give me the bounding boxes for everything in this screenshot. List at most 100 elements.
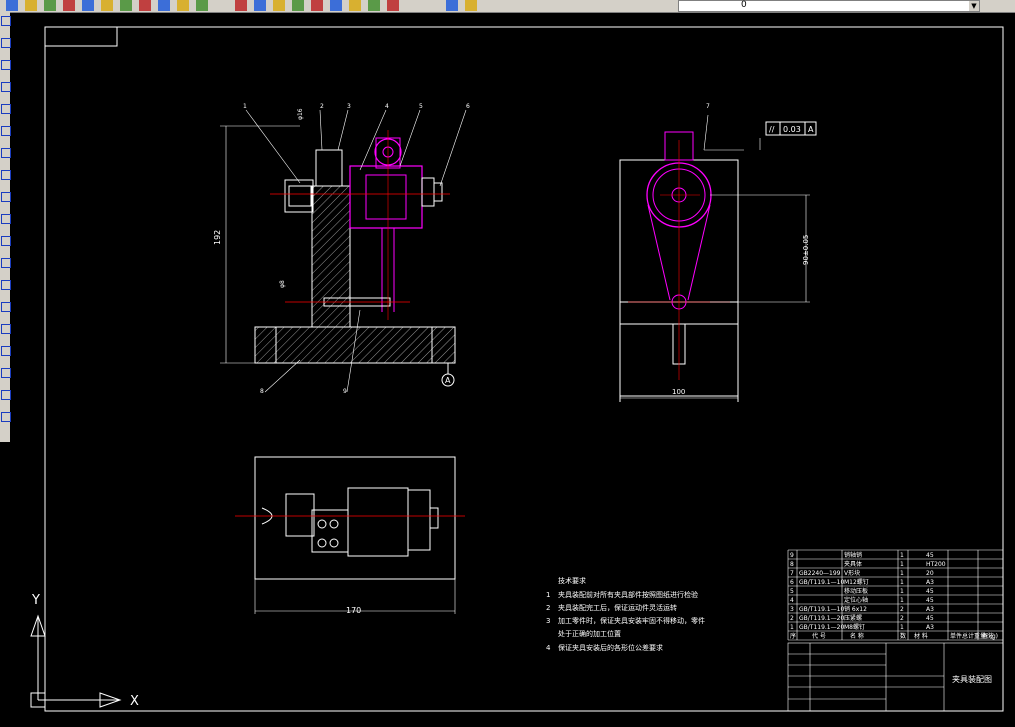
bom-row-name: 夹具体 [844,560,862,568]
paste-icon[interactable] [139,0,151,11]
svg-text:1: 1 [243,103,247,110]
technical-notes: 技术要求 1 夹具装配前对所有夹具部件按照图纸进行检验 2 夹具装配完工后，保证运动… [546,576,705,652]
layer-icon[interactable] [446,0,458,11]
bom-header-material: 材 料 [914,632,928,640]
notes-title: 技术要求 [558,576,586,585]
bom-row-qty: 1 [900,597,904,604]
bom-row-code: GB/T119.1—10 [799,606,844,613]
drawing-canvas[interactable]: 192 φ16 φ8 A 1 2 3 4 5 6 7 8 9 90±0.05 1… [10,12,1015,723]
bom-row-code: GB/T119.1—20 [799,615,844,622]
title-block: 夹具装配图 [787,642,1004,712]
drawing-svg: 192 φ16 φ8 A 1 2 3 4 5 6 7 8 9 90±0.05 1… [30,26,1004,712]
svg-text:夹具装配前对所有夹具部件按照图纸进行检验: 夹具装配前对所有夹具部件按照图纸进行检验 [558,590,698,599]
dim-small-1: φ16 [297,108,304,120]
bom-row-qty: 1 [900,561,904,568]
bom-row-no: 9 [790,552,794,559]
layer-name: 0 [741,0,747,10]
help-icon[interactable] [387,0,399,11]
bom-row-material: A3 [926,624,934,631]
bom-row-material: HT200 [926,561,946,568]
pan-icon[interactable] [235,0,247,11]
dim-top-width: 170 [346,606,361,615]
save-icon[interactable] [44,0,56,11]
print-icon[interactable] [63,0,75,11]
bom-row-qty: 1 [900,624,904,631]
svg-text:7: 7 [706,103,710,110]
bom-row-qty: 1 [900,588,904,595]
front-base [254,326,456,364]
svg-text:保证夹具安装后的各形位公差要求: 保证夹具安装后的各形位公差要求 [558,643,663,652]
svg-text:4: 4 [385,103,389,110]
svg-text:3: 3 [347,103,351,110]
svg-text:1: 1 [546,591,550,599]
preview-icon[interactable] [82,0,94,11]
bom-row-no: 2 [790,615,794,622]
bom-row-material: A3 [926,606,934,613]
bom-row-material: 45 [926,615,934,622]
svg-text:8: 8 [260,388,264,395]
bom-row-material: A3 [926,579,934,586]
draw-toolbar [0,12,11,442]
svg-text://: // [769,125,775,134]
bom-row-name: 压紧螺 [844,614,862,622]
drawing-name: 夹具装配图 [952,674,992,684]
bom-row-qty: 1 [900,570,904,577]
bom-row-name: M12螺钉 [844,578,869,586]
bom-row-qty: 1 [900,552,904,559]
bom-row-name: M8螺钉 [844,623,865,631]
drawing-corner-box [45,27,118,47]
design-center-icon[interactable] [330,0,342,11]
zoom-previous-icon[interactable] [292,0,304,11]
bom-row-name: 定位心轴 [844,596,868,604]
bom-row-no: 5 [790,588,794,595]
bom-row-material: 45 [926,597,934,604]
zoom-window-icon[interactable] [273,0,285,11]
svg-text:2: 2 [320,103,324,110]
bom-header-no: 序 [790,632,796,640]
bom-row-no: 8 [790,561,794,568]
svg-text:夹具装配完工后，保证运动件灵活运转: 夹具装配完工后，保证运动件灵活运转 [558,603,677,612]
front-view: 192 φ16 φ8 A 1 2 3 4 5 6 7 8 9 [213,103,710,395]
svg-text:处于正确的加工位置: 处于正确的加工位置 [558,629,621,638]
bom-row-no: 7 [790,570,794,577]
bom-row-name: 移动压板 [844,587,868,595]
svg-text:3: 3 [546,617,550,625]
ucs-y: Y [31,593,40,608]
bom-row-code: GB/T119.1—10 [799,579,844,586]
properties-icon[interactable] [311,0,323,11]
bom-row-no: 4 [790,597,794,604]
svg-text:A: A [808,125,814,134]
bom-header-qty: 数 [900,632,906,640]
cut-icon[interactable] [101,0,113,11]
layer-state-icon[interactable] [465,0,477,11]
bom-header-code: 代 号 [812,632,826,640]
redo-icon[interactable] [196,0,208,11]
side-view: 90±0.05 100 // 0.03 A [619,114,817,402]
match-icon[interactable] [158,0,170,11]
tool-palette-icon[interactable] [349,0,361,11]
copy-icon[interactable] [120,0,132,11]
svg-text:6: 6 [466,103,470,110]
bom-row-no: 1 [790,624,794,631]
chevron-down-icon[interactable]: ▼ [969,1,979,11]
bom-row-material: 45 [926,588,934,595]
bom-row-no: 3 [790,606,794,613]
svg-text:5: 5 [419,103,423,110]
svg-text:加工零件时，保证夹具安装牢固不得移动，零件: 加工零件时，保证夹具安装牢固不得移动，零件 [558,616,705,625]
datum-a-label: A [445,376,451,385]
new-icon[interactable] [6,0,18,11]
bom-row-qty: 2 [900,606,904,613]
zoom-icon[interactable] [254,0,266,11]
ucs-icon: Y X [30,593,139,709]
bom-row-name: 销 6x12 [844,605,867,613]
dim-side-width: 100 [672,388,685,396]
bom-row-name: 销轴销 [844,551,862,559]
layer-dropdown[interactable]: 0 ▼ [678,0,980,12]
bom-header-note: 备注 [982,632,994,640]
open-icon[interactable] [25,0,37,11]
undo-icon[interactable] [177,0,189,11]
calculator-icon[interactable] [368,0,380,11]
bom-row-code: GB/T119.1—20 [799,624,844,631]
top-body [254,456,456,580]
svg-text:4: 4 [546,644,551,652]
